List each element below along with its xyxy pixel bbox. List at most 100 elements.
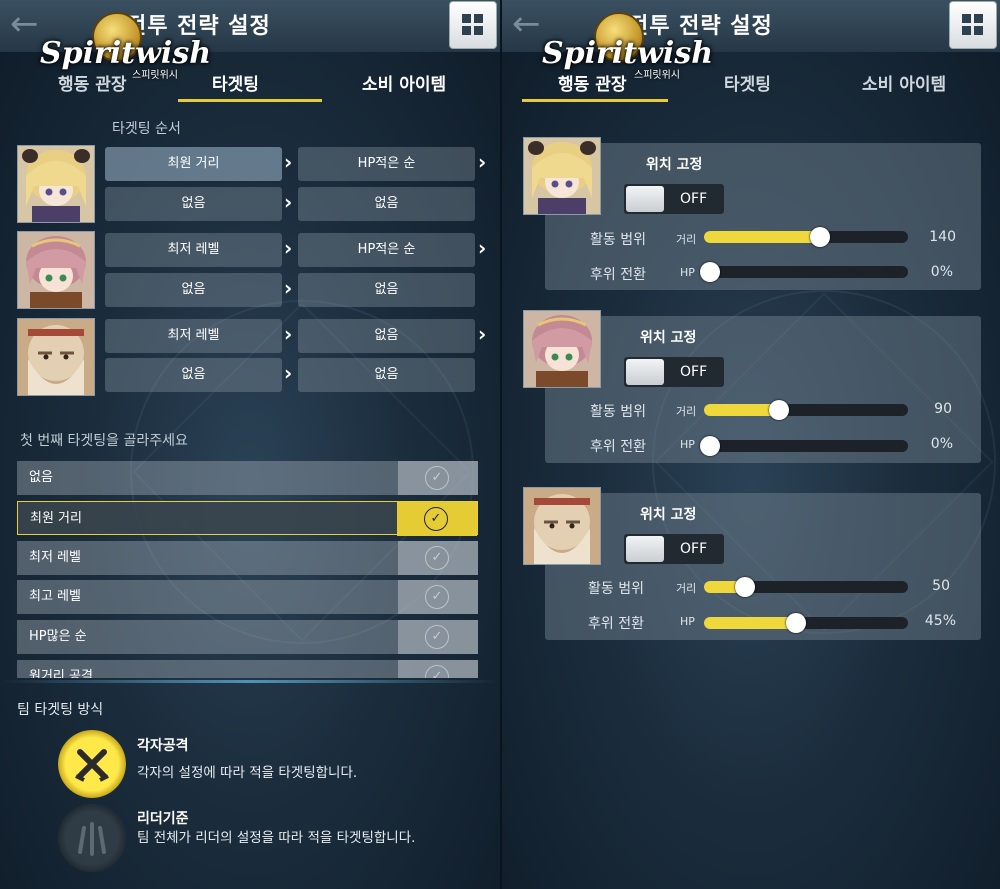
left-panel-targeting: ← 전투 전략 설정 Spiritwish 스피릿위시 행동 관장 타겟팅 소비… — [0, 0, 500, 889]
option-row[interactable]: HP많은 순 ✓ — [17, 620, 478, 654]
distance-tag: 거리 — [676, 233, 697, 246]
tab-bar: 행동 관장 타겟팅 소비 아이템 — [0, 62, 500, 102]
hero-portrait-3 — [523, 487, 601, 565]
chevron-right-icon: › — [284, 150, 293, 174]
section-divider — [0, 680, 500, 683]
activity-range-label: 활동 범위 — [590, 232, 646, 248]
chevron-right-icon: › — [284, 361, 293, 385]
targeting-order-label: 타겟팅 순서 — [112, 121, 181, 137]
chevron-right-icon: › — [478, 150, 487, 174]
tab-behavior[interactable]: 행동 관장 — [558, 70, 626, 95]
target-slot-1-3[interactable]: 없음 — [105, 187, 282, 221]
toggle-knob — [626, 186, 664, 212]
tab-consumables[interactable]: 소비 아이템 — [862, 70, 946, 95]
tab-consumables[interactable]: 소비 아이템 — [362, 70, 446, 95]
check-icon: ✓ — [425, 585, 449, 609]
option-row[interactable]: 최저 레벨 ✓ — [17, 541, 478, 575]
retreat-slider[interactable] — [700, 262, 908, 282]
option-row[interactable]: 없음 ✓ — [17, 461, 478, 495]
activity-range-value: 140 — [929, 229, 956, 245]
check-icon: ✓ — [424, 507, 448, 531]
distance-tag: 거리 — [676, 405, 697, 418]
activity-range-label: 활동 범위 — [588, 581, 644, 597]
option-row[interactable]: 원거리 공격 ✓ — [17, 660, 478, 678]
slider-thumb[interactable] — [734, 577, 755, 597]
grid-icon — [962, 14, 971, 23]
target-option-list[interactable]: 없음 ✓ 최원 거리 ✓ 최저 레벨 ✓ 최고 레벨 ✓ HP많은 순 ✓ 원거… — [0, 456, 500, 678]
retreat-label: 후위 전환 — [590, 267, 646, 283]
option-label: 최저 레벨 — [29, 550, 81, 565]
retreat-label: 후위 전환 — [590, 439, 646, 455]
option-row[interactable]: 최고 레벨 ✓ — [17, 580, 478, 614]
activity-range-value: 50 — [932, 578, 950, 594]
team-option-desc-2: 팀 전체가 리더의 설정을 따라 적을 타겟팅합니다. — [137, 830, 416, 846]
choose-first-target-label: 첫 번째 타겟팅을 골라주세요 — [20, 433, 188, 449]
toggle-state: OFF — [680, 191, 708, 207]
chevron-right-icon: › — [284, 236, 293, 260]
retreat-slider[interactable] — [704, 613, 908, 633]
target-slot-3-2[interactable]: 없음 — [298, 319, 475, 353]
target-slot-2-1[interactable]: 최저 레벨 — [105, 233, 282, 267]
target-slot-2-4[interactable]: 없음 — [298, 273, 475, 307]
hero-portrait-2 — [523, 310, 601, 388]
check-icon: ✓ — [425, 546, 449, 570]
position-lock-label: 위치 고정 — [646, 157, 703, 173]
activity-range-slider[interactable] — [704, 227, 908, 247]
activity-range-label: 활동 범위 — [590, 404, 646, 420]
hero-portrait-3 — [17, 318, 95, 396]
chevron-right-icon: › — [284, 276, 293, 300]
toggle-state: OFF — [680, 364, 708, 380]
target-slot-3-3[interactable]: 없음 — [105, 358, 282, 392]
chevron-right-icon: › — [478, 236, 487, 260]
slider-thumb[interactable] — [785, 613, 806, 633]
target-slot-1-4[interactable]: 없음 — [298, 187, 475, 221]
slider-thumb[interactable] — [700, 262, 720, 282]
tab-active-indicator — [522, 99, 668, 102]
individual-attack-icon[interactable] — [58, 730, 126, 798]
target-slot-3-1[interactable]: 최저 레벨 — [105, 319, 282, 353]
check-icon: ✓ — [425, 466, 449, 490]
grid-menu-button[interactable] — [949, 1, 997, 49]
position-lock-toggle[interactable]: OFF — [624, 184, 724, 214]
activity-range-slider[interactable] — [704, 577, 908, 597]
option-label: HP많은 순 — [29, 629, 87, 644]
position-lock-label: 위치 고정 — [640, 330, 697, 346]
slider-fill — [704, 617, 796, 629]
hp-tag: HP — [680, 615, 695, 628]
retreat-slider[interactable] — [700, 436, 908, 456]
target-slot-2-3[interactable]: 없음 — [105, 273, 282, 307]
slider-fill — [704, 231, 821, 243]
target-slot-3-4[interactable]: 없음 — [298, 358, 475, 392]
toggle-state: OFF — [680, 541, 708, 557]
target-slot-1-2[interactable]: HP적은 순 — [298, 147, 475, 181]
hero-portrait-2 — [17, 231, 95, 309]
option-row-selected[interactable]: 최원 거리 ✓ — [17, 501, 478, 536]
check-icon: ✓ — [425, 625, 449, 649]
tab-active-indicator — [178, 99, 322, 102]
position-lock-toggle[interactable]: OFF — [624, 534, 724, 564]
team-option-desc-1: 각자의 설정에 따라 적을 타겟팅합니다. — [137, 765, 358, 781]
toggle-knob — [626, 536, 664, 562]
target-slot-2-2[interactable]: HP적은 순 — [298, 233, 475, 267]
position-lock-toggle[interactable]: OFF — [624, 357, 724, 387]
retreat-value: 0% — [930, 436, 953, 452]
leader-based-icon[interactable] — [58, 804, 126, 872]
grid-menu-button[interactable] — [449, 1, 497, 49]
option-label: 없음 — [29, 470, 53, 485]
slider-thumb[interactable] — [700, 436, 720, 456]
hp-tag: HP — [680, 438, 695, 451]
chevron-right-icon: › — [284, 190, 293, 214]
position-lock-label: 위치 고정 — [640, 507, 697, 523]
grid-icon — [462, 14, 471, 23]
tab-targeting[interactable]: 타겟팅 — [212, 70, 259, 95]
check-icon: ✓ — [425, 665, 449, 678]
activity-range-slider[interactable] — [704, 400, 908, 420]
option-label: 최원 거리 — [30, 511, 82, 526]
option-label: 최고 레벨 — [29, 589, 81, 604]
retreat-label: 후위 전환 — [588, 616, 644, 632]
target-slot-1-1[interactable]: 최원 거리 — [105, 147, 282, 181]
team-targeting-label: 팀 타겟팅 방식 — [17, 702, 104, 718]
hero-portrait-1 — [17, 145, 95, 223]
tab-targeting[interactable]: 타겟팅 — [724, 70, 771, 95]
tab-behavior[interactable]: 행동 관장 — [58, 70, 126, 95]
